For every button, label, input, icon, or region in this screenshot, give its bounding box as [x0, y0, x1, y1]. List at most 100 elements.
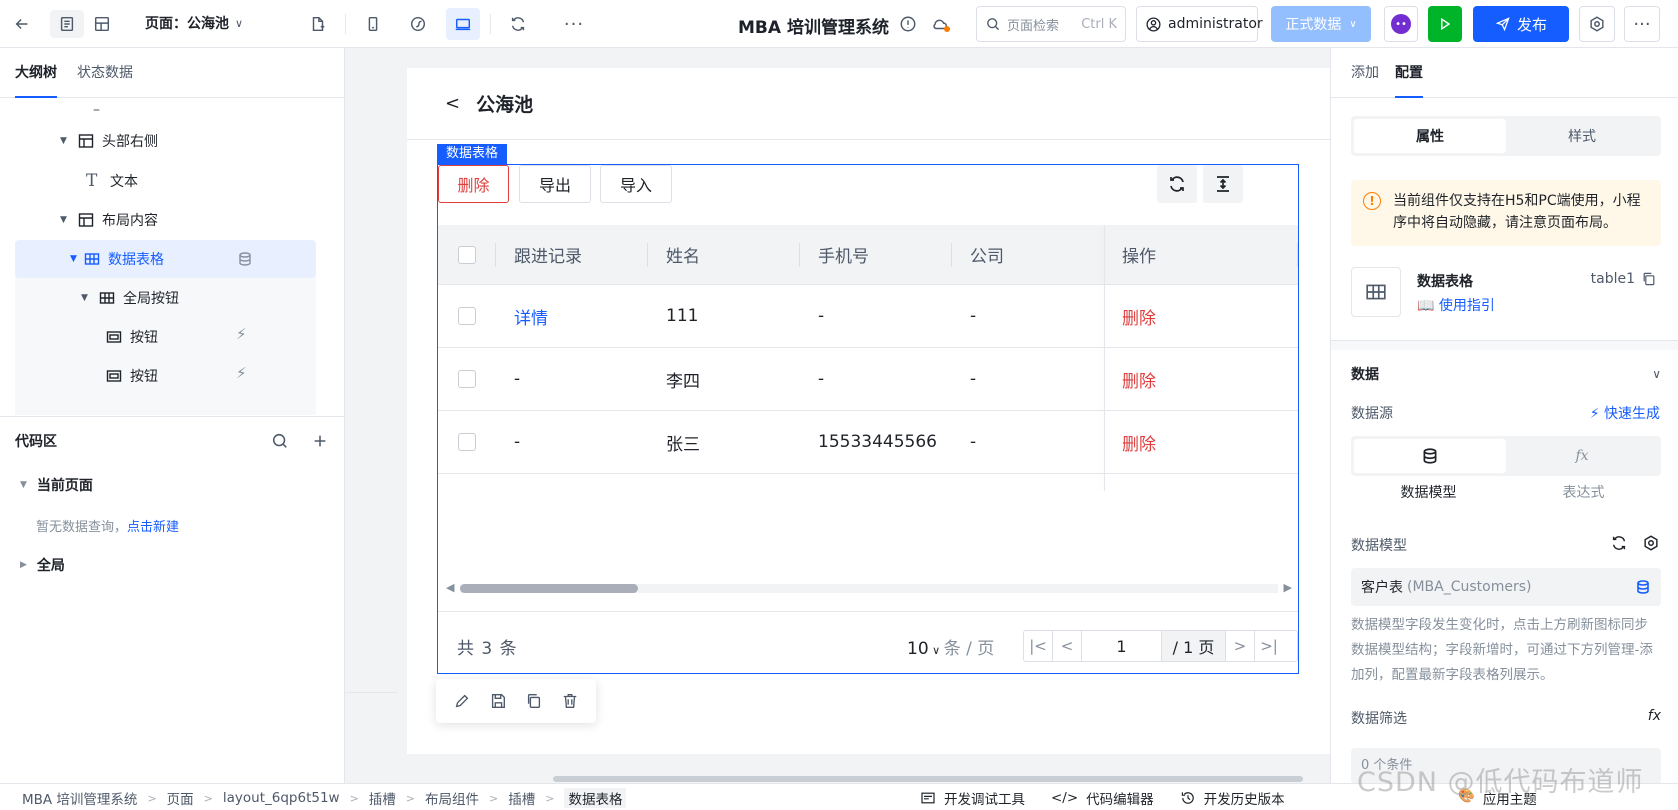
table-horizontal-scrollbar[interactable]: ◀ ▶	[446, 580, 1292, 596]
user-menu[interactable]: administrator	[1136, 6, 1263, 42]
breadcrumb-item[interactable]: MBA 培训管理系统	[22, 788, 137, 808]
edit-icon[interactable]	[453, 692, 471, 710]
search-icon[interactable]	[271, 432, 289, 450]
column-header[interactable]: 操作	[1104, 225, 1298, 284]
add-icon[interactable]	[311, 432, 329, 450]
tree-item-text[interactable]: T 文本	[86, 162, 138, 200]
table-row[interactable]: 详情 111 - - 删除	[438, 285, 1298, 348]
database-icon[interactable]	[237, 251, 253, 267]
tree-item-button[interactable]: 按钮	[106, 357, 158, 395]
batch-delete-button[interactable]: 删除	[438, 165, 509, 203]
data-model-select[interactable]: 客户表 (MBA_Customers)	[1351, 568, 1661, 606]
row-delete-link[interactable]: 删除	[1104, 411, 1156, 473]
miniprogram-preview-icon[interactable]	[404, 10, 432, 38]
tree-item-header-right[interactable]: ▼ 头部右侧	[60, 122, 158, 160]
prev-page-icon[interactable]: <	[1053, 631, 1082, 661]
select-all-checkbox[interactable]	[458, 245, 476, 264]
more-icon[interactable]: ···	[560, 10, 588, 38]
code-group-current-page[interactable]: ▼ 当前页面	[0, 465, 344, 505]
back-chevron-icon[interactable]: <	[445, 93, 460, 114]
tab-outline-tree[interactable]: 大纲树	[15, 48, 57, 98]
copy-icon[interactable]	[525, 692, 543, 710]
event-bolt-icon[interactable]: ⚡	[236, 325, 247, 343]
publish-button[interactable]: 发布	[1473, 6, 1569, 42]
row-select-cell	[438, 348, 496, 410]
breadcrumb-item[interactable]: 插槽	[508, 788, 535, 808]
code-group-global[interactable]: ▶ 全局	[0, 545, 344, 585]
segment-style[interactable]: 样式	[1506, 119, 1658, 153]
column-header[interactable]: 公司	[952, 225, 1104, 284]
table-row[interactable]: - 张三 15533445566 - 删除	[438, 411, 1298, 474]
quick-generate-link[interactable]: ⚡ 快速生成	[1590, 403, 1660, 423]
page-size-select[interactable]: 10 ∨ 条 / 页	[907, 634, 994, 659]
tree-item-layout-content[interactable]: ▼ 布局内容	[60, 201, 158, 239]
history-button[interactable]: 开发历史版本	[1180, 788, 1285, 808]
settings-icon[interactable]	[1642, 534, 1660, 552]
table-row[interactable]: - 李四 - - 删除	[438, 348, 1298, 411]
create-query-link[interactable]: 点击新建	[127, 516, 179, 535]
canvas-horizontal-scrollbar[interactable]	[553, 776, 1303, 782]
run-button[interactable]	[1428, 6, 1462, 42]
datasource-expression-option[interactable]: fx	[1506, 439, 1658, 473]
tree-item-global-buttons[interactable]: ▼ 全局按钮	[81, 279, 179, 317]
tab-state-data[interactable]: 状态数据	[77, 48, 133, 98]
copy-icon[interactable]	[1641, 271, 1657, 287]
breadcrumb-item[interactable]: 页面	[167, 788, 194, 808]
scroll-left-arrow-icon[interactable]: ◀	[446, 581, 454, 594]
info-icon[interactable]	[894, 10, 922, 38]
export-button[interactable]: 导出	[519, 165, 591, 203]
detail-link[interactable]: 详情	[496, 285, 548, 347]
scroll-right-arrow-icon[interactable]: ▶	[1284, 581, 1292, 594]
next-page-icon[interactable]: >	[1226, 631, 1255, 661]
usage-guide-link[interactable]: 📖 使用指引	[1417, 295, 1495, 315]
row-checkbox[interactable]	[458, 307, 476, 325]
tree-item-data-table[interactable]: ▼ 数据表格	[15, 240, 316, 278]
tab-add[interactable]: 添加	[1351, 48, 1379, 98]
more-icon[interactable]: ···	[1624, 6, 1660, 42]
column-header[interactable]: 姓名	[648, 225, 800, 284]
ai-assistant-button[interactable]: ••	[1384, 6, 1418, 42]
cloud-sync-icon[interactable]	[926, 10, 954, 38]
environment-select[interactable]: 正式数据 ∨	[1271, 6, 1371, 42]
scroll-thumb[interactable]	[460, 584, 638, 593]
save-icon[interactable]	[489, 692, 507, 710]
row-delete-link[interactable]: 删除	[1104, 285, 1156, 347]
code-editor-button[interactable]: </> 代码编辑器	[1051, 788, 1154, 808]
column-header[interactable]: 手机号	[800, 225, 952, 284]
back-arrow-icon[interactable]	[8, 10, 36, 38]
tab-config[interactable]: 配置	[1395, 48, 1423, 98]
event-bolt-icon[interactable]: ⚡	[236, 364, 247, 382]
desktop-preview-icon[interactable]	[446, 8, 480, 40]
data-table-component[interactable]: 删除 导出 导入 跟进记录 姓名 手机号 公司 操作 详情 111 - - 删除…	[437, 164, 1299, 674]
trash-icon[interactable]	[561, 692, 579, 710]
breadcrumb-item[interactable]: 布局组件	[425, 788, 479, 808]
breadcrumb-item[interactable]: 插槽	[369, 788, 396, 808]
function-icon[interactable]: fx	[1648, 708, 1661, 728]
table-refresh-icon[interactable]	[1157, 165, 1197, 203]
refresh-icon[interactable]	[504, 10, 532, 38]
new-page-icon[interactable]	[304, 10, 332, 38]
refresh-icon[interactable]	[1610, 534, 1628, 552]
row-checkbox[interactable]	[458, 370, 476, 388]
outline-view-icon[interactable]	[50, 10, 84, 38]
segment-properties[interactable]: 属性	[1354, 119, 1506, 153]
first-page-icon[interactable]: |<	[1024, 631, 1053, 661]
last-page-icon[interactable]: >|	[1255, 631, 1283, 661]
import-button[interactable]: 导入	[600, 165, 672, 203]
mobile-preview-icon[interactable]	[359, 10, 387, 38]
dev-tools-button[interactable]: 开发调试工具	[920, 788, 1025, 808]
row-checkbox[interactable]	[458, 433, 476, 451]
name-cell: 张三	[666, 434, 700, 455]
data-section-header[interactable]: 数据 ∨	[1351, 354, 1661, 394]
settings-icon[interactable]	[1579, 6, 1615, 42]
page-number-input[interactable]: 1	[1082, 631, 1162, 661]
row-delete-link[interactable]: 删除	[1104, 348, 1156, 410]
page-selector[interactable]: 页面：公海池 ∨	[145, 13, 243, 33]
datasource-model-option[interactable]	[1354, 439, 1506, 473]
tree-item-button[interactable]: 按钮	[106, 318, 158, 356]
page-search-input[interactable]: 页面检索 Ctrl K	[976, 6, 1126, 42]
breadcrumb-item[interactable]: layout_6qp6t51w	[223, 790, 340, 806]
column-header[interactable]: 跟进记录	[496, 225, 648, 284]
layout-view-icon[interactable]	[88, 10, 116, 38]
row-height-icon[interactable]	[1203, 165, 1243, 203]
